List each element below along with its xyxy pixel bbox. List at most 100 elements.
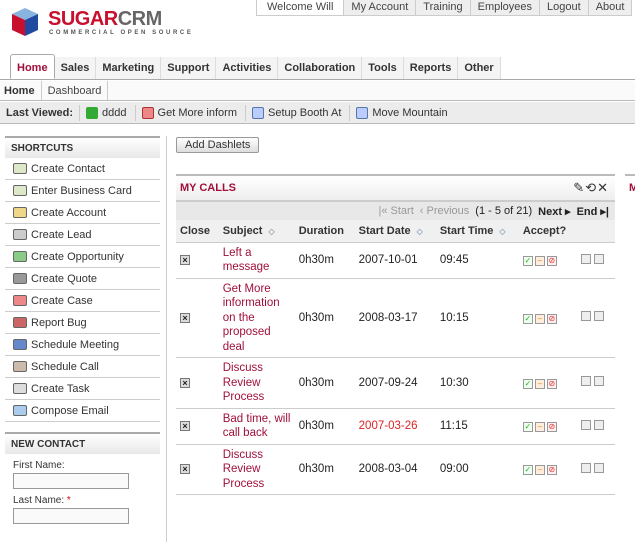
- accept-icon[interactable]: ✓: [522, 465, 533, 476]
- close-call-icon[interactable]: ×: [180, 421, 190, 431]
- shortcut-icon: [13, 185, 27, 196]
- refresh-icon[interactable]: ⟲: [585, 180, 597, 195]
- shortcut-report-bug[interactable]: Report Bug: [5, 312, 160, 334]
- logout-link[interactable]: Logout: [540, 0, 589, 15]
- end-button[interactable]: End ▸|: [577, 205, 609, 218]
- call-subject-link[interactable]: Discuss Review Process: [218, 444, 295, 495]
- shortcuts-title: SHORTCUTS: [5, 136, 160, 158]
- previous-button[interactable]: ‹ Previous: [420, 205, 470, 217]
- start-date: 2007-03-26: [354, 408, 436, 445]
- tentative-icon[interactable]: –: [534, 422, 545, 432]
- close-call-icon[interactable]: ×: [180, 377, 190, 388]
- call-subject-link[interactable]: Bad time, will call back: [218, 408, 295, 445]
- last-viewed-item[interactable]: Setup Booth At: [245, 104, 349, 121]
- tentative-icon[interactable]: –: [534, 256, 545, 266]
- shortcut-create-task[interactable]: Create Task: [5, 378, 160, 400]
- subnav-dashboard[interactable]: Dashboard: [42, 81, 109, 100]
- start-time: 10:30: [435, 357, 519, 409]
- tab-activities[interactable]: Activities: [216, 57, 279, 79]
- tab-home[interactable]: Home: [10, 54, 55, 79]
- tab-support[interactable]: Support: [161, 57, 217, 79]
- accept-icon[interactable]: ✓: [522, 422, 533, 432]
- last-viewed-item[interactable]: dddd: [79, 104, 134, 121]
- subnav-home[interactable]: Home: [0, 81, 42, 100]
- close-icon[interactable]: ✕: [597, 180, 609, 195]
- employees-link[interactable]: Employees: [470, 0, 541, 15]
- tentative-icon[interactable]: –: [534, 313, 545, 324]
- page-range: (1 - 5 of 21): [475, 205, 533, 217]
- shortcut-create-case[interactable]: Create Case: [5, 290, 160, 312]
- my-account-link[interactable]: My Account: [344, 0, 417, 15]
- edit-icon[interactable]: [580, 419, 591, 430]
- shortcut-label: Create Opportunity: [31, 250, 124, 263]
- table-row: × Bad time, will call back 0h30m 2007-03…: [176, 408, 615, 445]
- col-start-time[interactable]: Start Time ◇: [435, 220, 519, 243]
- sugarcrm-logo[interactable]: SUGARCRM COMMERCIAL OPEN SOURCE: [12, 6, 202, 40]
- shortcut-label: Create Lead: [31, 228, 92, 241]
- tentative-icon[interactable]: –: [534, 465, 545, 476]
- training-link[interactable]: Training: [416, 0, 471, 15]
- view-icon[interactable]: [593, 311, 604, 322]
- tab-other[interactable]: Other: [458, 57, 501, 79]
- decline-icon[interactable]: ⊘: [546, 313, 557, 324]
- view-icon[interactable]: [593, 462, 604, 473]
- decline-icon[interactable]: ⊘: [546, 378, 557, 389]
- tab-collaboration[interactable]: Collaboration: [278, 57, 363, 79]
- tab-marketing[interactable]: Marketing: [96, 57, 162, 79]
- shortcut-icon: [13, 295, 27, 306]
- shortcut-compose-email[interactable]: Compose Email: [5, 400, 160, 422]
- start-time: 09:45: [435, 242, 519, 279]
- accept-icon[interactable]: ✓: [522, 256, 533, 266]
- next-button[interactable]: Next ▸: [538, 205, 570, 218]
- shortcut-create-account[interactable]: Create Account: [5, 202, 160, 224]
- edit-icon[interactable]: [580, 311, 591, 322]
- decline-icon[interactable]: ⊘: [546, 422, 557, 432]
- edit-icon[interactable]: [580, 376, 591, 387]
- close-call-icon[interactable]: ×: [180, 464, 190, 475]
- pagination: |« Start ‹ Previous (1 - 5 of 21) Next ▸…: [176, 200, 615, 220]
- start-time: 09:00: [435, 444, 519, 495]
- edit-icon[interactable]: [580, 462, 591, 473]
- shortcut-icon: [13, 251, 27, 262]
- tab-reports[interactable]: Reports: [403, 57, 459, 79]
- close-call-icon[interactable]: ×: [180, 312, 190, 323]
- shortcut-schedule-call[interactable]: Schedule Call: [5, 356, 160, 378]
- tab-tools[interactable]: Tools: [362, 57, 404, 79]
- close-call-icon[interactable]: ×: [180, 255, 190, 265]
- edit-pencil-icon[interactable]: ✎: [573, 180, 585, 195]
- shortcut-create-contact[interactable]: Create Contact: [5, 158, 160, 180]
- last-viewed-item[interactable]: Get More inform: [134, 104, 245, 121]
- duration: 0h30m: [294, 242, 355, 279]
- logo-tagline: COMMERCIAL OPEN SOURCE: [49, 30, 194, 36]
- tentative-icon[interactable]: –: [534, 378, 545, 389]
- view-icon[interactable]: [593, 253, 604, 264]
- duration: 0h30m: [294, 444, 355, 495]
- add-dashlets-button[interactable]: Add Dashlets: [176, 137, 260, 153]
- view-icon[interactable]: [593, 376, 604, 387]
- decline-icon[interactable]: ⊘: [546, 465, 557, 476]
- first-name-input[interactable]: [13, 473, 129, 489]
- col-start-date[interactable]: Start Date ◇: [354, 220, 436, 243]
- call-subject-link[interactable]: Left a message: [218, 242, 295, 279]
- last-name-input[interactable]: [13, 508, 129, 524]
- start-button[interactable]: |« Start: [378, 205, 413, 217]
- about-link[interactable]: About: [588, 0, 633, 15]
- accept-icon[interactable]: ✓: [522, 378, 533, 389]
- shortcut-create-lead[interactable]: Create Lead: [5, 224, 160, 246]
- edit-icon[interactable]: [580, 253, 591, 264]
- tab-sales[interactable]: Sales: [54, 57, 97, 79]
- accept-icon[interactable]: ✓: [522, 313, 533, 324]
- start-date: 2008-03-04: [354, 444, 436, 495]
- decline-icon[interactable]: ⊘: [546, 256, 557, 266]
- shortcut-create-quote[interactable]: Create Quote: [5, 268, 160, 290]
- shortcut-schedule-meeting[interactable]: Schedule Meeting: [5, 334, 160, 356]
- shortcut-create-opportunity[interactable]: Create Opportunity: [5, 246, 160, 268]
- call-subject-link[interactable]: Discuss Review Process: [218, 357, 295, 409]
- call-subject-link[interactable]: Get More information on the proposed dea…: [218, 278, 295, 358]
- logo-cube-icon: [12, 8, 38, 36]
- call-icon: [141, 106, 154, 119]
- view-icon[interactable]: [593, 419, 604, 430]
- shortcut-enter-business-card[interactable]: Enter Business Card: [5, 180, 160, 202]
- col-subject[interactable]: Subject ◇: [218, 220, 295, 243]
- last-viewed-item[interactable]: Move Mountain: [349, 104, 455, 121]
